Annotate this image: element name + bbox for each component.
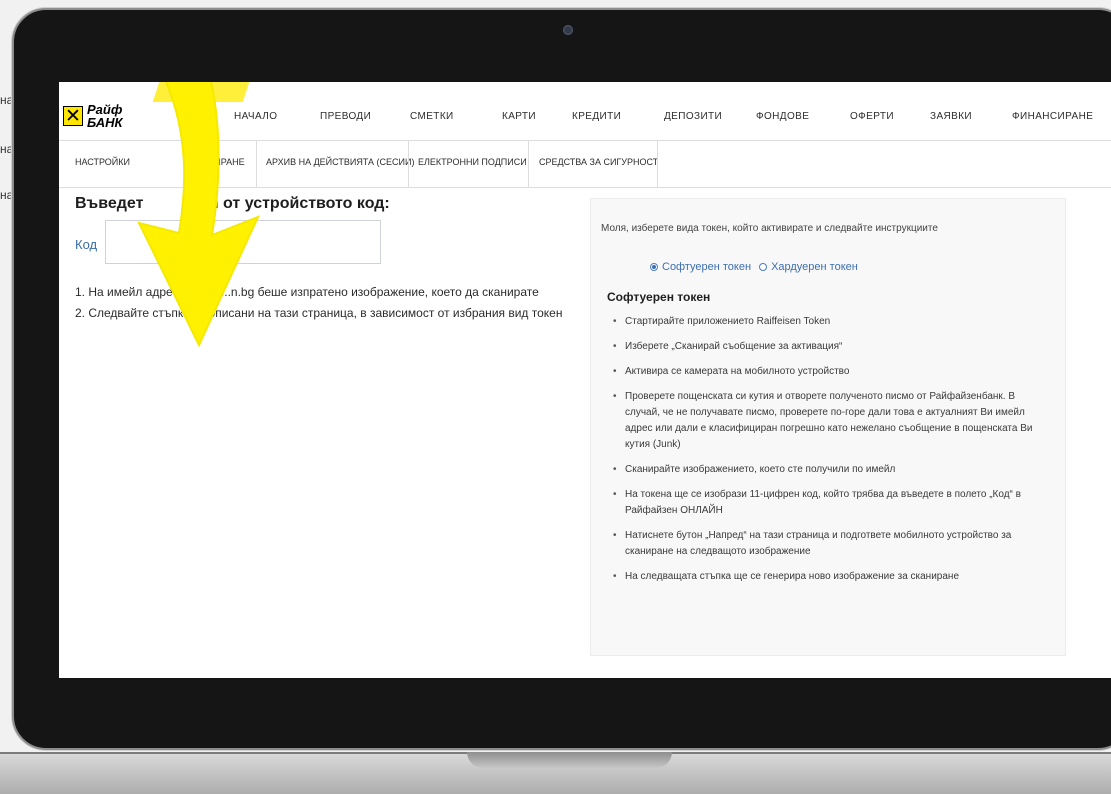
list-item: Сканирайте изображението, което сте полу… (613, 462, 1051, 478)
nav-funds[interactable]: ФОНДОВЕ (756, 111, 809, 122)
nav-deposits[interactable]: ДЕПОЗИТИ (664, 111, 722, 122)
subnav-separator (657, 141, 658, 188)
list-item: Стартирайте приложението Raiffeisen Toke… (613, 314, 1051, 330)
software-token-label[interactable]: Софтуерен токен (662, 261, 751, 273)
list-item: На токена ще се изобрази 11-цифрен код, … (613, 487, 1051, 519)
left-strip-text: на (0, 93, 12, 105)
list-item: На следващата стъпка ще се генерира ново… (613, 569, 1051, 585)
token-instructions-panel: Моля, изберете вида токен, който активир… (590, 198, 1066, 656)
token-type-selector: Софтуерен токен Хардуерен токен (650, 261, 858, 273)
nav-cards[interactable]: КАРТИ (502, 111, 536, 122)
left-strip-text: на (0, 188, 12, 200)
laptop-notch (467, 752, 672, 768)
browser-screen: ✕ Райф БАНК НАЧАЛО ПРЕВОДИ СМЕТКИ КАРТИ … (59, 82, 1111, 678)
nav-offers[interactable]: ОФЕРТИ (850, 111, 894, 122)
left-strip-text: на (0, 142, 12, 154)
yellow-arrow-icon (137, 82, 260, 348)
subnav-separator (528, 141, 529, 188)
subnav-security-tools[interactable]: СРЕДСТВА ЗА СИГУРНОСТ (539, 157, 658, 167)
list-item: Натиснете бутон „Напред“ на тази страниц… (613, 528, 1051, 560)
nav-requests[interactable]: ЗАЯВКИ (930, 111, 972, 122)
camera (563, 25, 573, 35)
software-token-radio[interactable] (650, 263, 658, 271)
hardware-token-radio[interactable] (759, 263, 768, 271)
hardware-token-label[interactable]: Хардуерен токен (771, 261, 858, 273)
list-item: Проверете пощенската си кутия и отворете… (613, 389, 1051, 453)
software-token-title: Софтуерен токен (607, 290, 711, 304)
nav-credits[interactable]: КРЕДИТИ (572, 111, 621, 122)
software-token-steps: Стартирайте приложението Raiffeisen Toke… (613, 314, 1051, 594)
screenshot-stage: на на на ✕ Райф БАНК НАЧАЛО ПРЕВОДИ СМЕТ… (0, 0, 1111, 794)
nav-financing[interactable]: ФИНАНСИРАНЕ (1012, 111, 1093, 122)
list-item: Активира се камерата на мобилното устрой… (613, 364, 1051, 380)
subnav-separator (408, 141, 409, 188)
token-selection-instruction: Моля, изберете вида токен, който активир… (601, 223, 938, 234)
nav-accounts[interactable]: СМЕТКИ (410, 111, 454, 122)
list-item: Изберете „Сканирай съобщение за активаци… (613, 339, 1051, 355)
subnav-electronic-signatures[interactable]: ЕЛЕКТРОННИ ПОДПИСИ (418, 157, 527, 167)
